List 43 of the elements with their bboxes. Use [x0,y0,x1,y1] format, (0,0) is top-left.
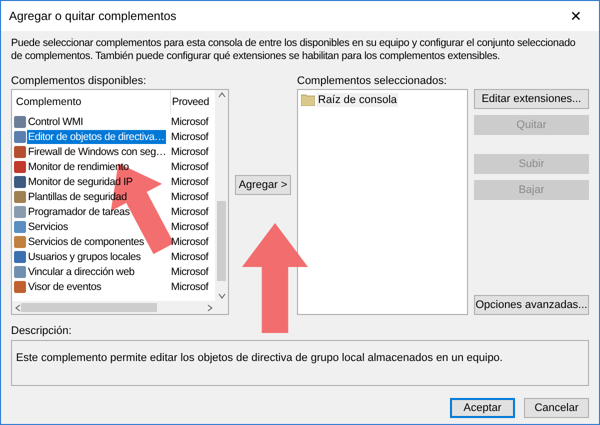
provider-cell-text: Microsof [171,130,210,144]
provider-cell-text: Microsof [171,264,210,278]
window-title: Agregar o quitar complementos [9,8,176,25]
dialog-button[interactable]: Opciones avanzadas... [474,295,589,315]
provider-cell-text: Microsof [171,204,210,218]
provider-cell-text: Microsof [171,160,210,174]
provider-cell-text: Microsof [171,190,210,204]
provider-cell-text: Microsof [171,250,210,264]
scroll-up-icon[interactable] [218,92,226,98]
folder-icon [301,94,315,106]
scroll-left-icon[interactable] [15,304,21,312]
snap-in-name: Servicios [27,220,69,234]
intro-text: Puede seleccionar complementos para esta consola de entre los disponibles en su equipo y configurar el conjunto seleccionado de complementos. También puede configurar qué extensiones se habilitan para los complementos extensibles. [11,37,576,63]
provider-cell-text: Microsof [171,234,210,248]
dialog-button[interactable]: Aceptar [450,398,515,418]
scroll-right-icon[interactable] [207,304,213,312]
description-text: Este complemento permite editar los objetos de directiva de grupo local almacenados en un equipo. [16,352,503,364]
scroll-down-icon[interactable] [218,293,226,299]
list-label: Complementos disponibles: [11,75,148,87]
snap-in-name: Editor de objetos de directiva… [27,130,166,144]
snap-in-name: Control WMI [27,114,84,128]
list-label: Complementos seleccionados: [297,75,448,87]
close-button[interactable]: ✕ [561,3,591,29]
dialog-button[interactable]: Agregar > [235,175,291,195]
snap-in-name: Visor de eventos [27,280,102,294]
snap-in-name: Servicios de componentes [27,234,145,248]
provider-cell-text: Microsof [171,174,210,188]
provider-cell-text: Microsof [171,114,210,128]
provider-cell-text: Microsof [171,280,210,294]
snap-in-name: Usuarios y grupos locales [27,250,142,264]
tree-item[interactable]: Raíz de consola [317,92,398,106]
snap-in-name: Programador de tareas [27,204,131,218]
column-header[interactable]: Complemento [12,90,171,114]
snap-in-name: Firewall de Windows con seg… [27,144,168,158]
scroll-thumb[interactable] [217,200,226,280]
dialog-button[interactable]: Cancelar [524,398,589,418]
dialog-button[interactable]: Editar extensiones... [474,89,589,109]
provider-cell-text: Microsof [171,144,210,158]
description-label: Descripción: [11,325,73,337]
provider-cell-text: Microsof [171,220,210,234]
scroll-thumb[interactable] [20,303,158,312]
snap-in-name: Vincular a dirección web [27,264,136,278]
column-header[interactable]: Proveed [171,90,215,114]
